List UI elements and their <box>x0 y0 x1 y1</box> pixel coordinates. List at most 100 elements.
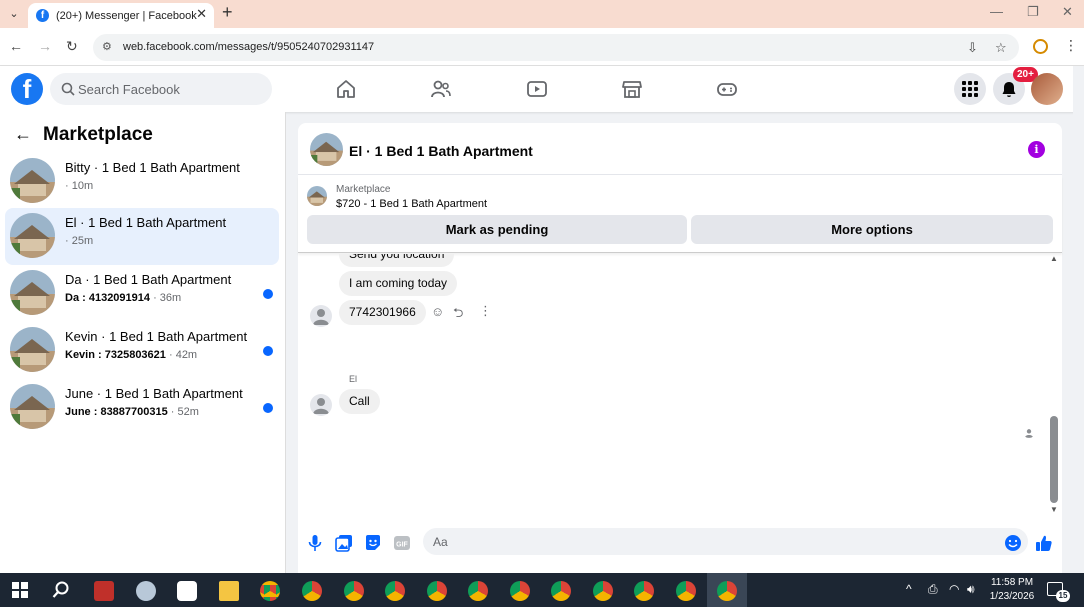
address-bar[interactable]: ⚙ web.facebook.com/messages/t/9505240702… <box>93 34 1019 61</box>
volume-icon[interactable]: 🔊︎ <box>967 582 975 597</box>
message-bubble[interactable]: I am coming today <box>339 271 458 296</box>
message-input[interactable] <box>423 528 1028 555</box>
unread-dot <box>263 346 273 356</box>
home-icon[interactable] <box>335 78 357 100</box>
chrome-icon[interactable] <box>344 581 364 601</box>
message-bubble[interactable]: Send you location <box>339 254 455 267</box>
chat-listing-thumbnail[interactable] <box>310 133 343 166</box>
friends-icon[interactable] <box>430 78 452 100</box>
scroll-up-icon[interactable]: ▲ <box>1050 254 1058 263</box>
listing-price-title[interactable]: $720 - 1 Bed 1 Bath Apartment <box>336 198 487 210</box>
device-icon[interactable]: ⎙ <box>928 582 938 597</box>
gaming-icon[interactable] <box>716 78 738 100</box>
tab-search-icon[interactable]: ⌄ <box>5 4 23 22</box>
sender-avatar[interactable] <box>310 305 332 327</box>
emoji-icon[interactable] <box>1004 534 1022 552</box>
listing-banner-thumbnail <box>307 186 327 206</box>
menu-grid-icon[interactable] <box>954 73 986 105</box>
conversation-item[interactable]: Bitty · 1 Bed 1 Bath Apartment · 10m <box>5 153 279 210</box>
chrome-icon[interactable] <box>510 581 530 601</box>
app-icon[interactable] <box>136 581 156 601</box>
message-bubble[interactable]: 7742301966 <box>339 300 426 325</box>
chrome-icon-active[interactable] <box>717 581 737 601</box>
minimize-icon[interactable]: — <box>990 4 1003 19</box>
conversation-time: · 36m <box>150 292 182 304</box>
conversation-item[interactable]: Da · 1 Bed 1 Bath Apartment Da : 4132091… <box>5 265 279 322</box>
marketplace-sidebar: ← Marketplace Bitty · 1 Bed 1 Bath Apart… <box>0 112 286 573</box>
sender-avatar[interactable] <box>310 394 332 416</box>
scroll-down-icon[interactable]: ▼ <box>1050 505 1058 514</box>
chrome-icon[interactable] <box>427 581 447 601</box>
wifi-icon[interactable]: ◠ <box>949 582 959 596</box>
chat-scrollbar[interactable] <box>1050 416 1058 503</box>
more-actions-icon[interactable]: ⋮ <box>479 303 492 319</box>
conversation-preview-line: June : 83887700315 · 52m <box>65 406 199 418</box>
facebook-logo-icon[interactable]: f <box>11 73 43 105</box>
restore-icon[interactable]: ❐ <box>1027 4 1039 20</box>
browser-tab[interactable]: f (20+) Messenger | Facebook ✕ <box>28 3 214 28</box>
chrome-icon[interactable] <box>468 581 488 601</box>
gif-icon[interactable]: GIF <box>393 534 411 552</box>
show-hidden-icons-icon[interactable]: ^ <box>906 582 912 596</box>
chrome-icon[interactable] <box>302 581 322 601</box>
taskbar-search-icon[interactable] <box>52 581 70 599</box>
app-icon[interactable] <box>94 581 114 601</box>
conversation-preview-line: Da : 4132091914 · 36m <box>65 292 181 304</box>
voice-clip-icon[interactable] <box>306 534 324 552</box>
conversation-time: · 42m <box>165 349 198 361</box>
site-info-icon[interactable]: ⚙ <box>102 40 112 53</box>
file-explorer-icon[interactable] <box>219 581 239 601</box>
more-options-button[interactable]: More options <box>691 215 1053 244</box>
browser-profile-icon[interactable] <box>1033 39 1048 54</box>
video-icon[interactable] <box>526 78 548 100</box>
conversation-preview: Da : 4132091914 <box>65 292 151 304</box>
chat-title[interactable]: El · 1 Bed 1 Bath Apartment <box>349 143 533 159</box>
mark-as-pending-button[interactable]: Mark as pending <box>307 215 687 244</box>
message-bubble[interactable]: Call <box>339 389 380 414</box>
clock-time: 11:58 PM <box>990 577 1034 588</box>
browser-menu-icon[interactable]: ⋮ <box>1064 37 1078 54</box>
message-sender-name: El <box>349 374 358 384</box>
back-icon[interactable]: ← <box>9 38 23 54</box>
seen-receipt-avatar <box>1023 426 1035 438</box>
conversation-item[interactable]: Kevin · 1 Bed 1 Bath Apartment Kevin : 7… <box>5 322 279 379</box>
windows-start-icon[interactable] <box>12 582 28 598</box>
window-close-icon[interactable]: ✕ <box>1062 4 1073 20</box>
install-app-icon[interactable]: ⇩ <box>967 40 978 56</box>
conversation-item[interactable]: El · 1 Bed 1 Bath Apartment · 25m <box>5 208 279 265</box>
thumbs-up-icon[interactable] <box>1035 534 1053 552</box>
chrome-icon[interactable] <box>260 581 280 601</box>
listing-thumbnail <box>10 327 55 372</box>
app-icon[interactable] <box>177 581 197 601</box>
chrome-icon[interactable] <box>551 581 571 601</box>
profile-avatar[interactable] <box>1031 73 1063 105</box>
taskbar-clock[interactable]: 11:58 PM 1/23/2026 <box>986 576 1038 604</box>
chrome-icon[interactable] <box>593 581 613 601</box>
conversation-time: · 52m <box>167 406 199 418</box>
marketplace-icon[interactable] <box>621 78 643 100</box>
search-input[interactable] <box>78 79 263 99</box>
search-box[interactable] <box>50 73 272 105</box>
conversation-item[interactable]: June · 1 Bed 1 Bath Apartment June : 838… <box>5 379 279 436</box>
back-arrow-icon[interactable]: ← <box>14 124 32 145</box>
sticker-icon[interactable] <box>364 534 382 552</box>
url-text[interactable]: web.facebook.com/messages/t/950524070293… <box>123 41 374 53</box>
reload-icon[interactable]: ↻ <box>66 38 78 55</box>
listing-banner: Marketplace $720 - 1 Bed 1 Bath Apartmen… <box>298 176 1062 253</box>
reply-icon[interactable]: ⮌ <box>453 304 463 326</box>
windows-taskbar: ^ ⎙ ◠ 🔊︎ 11:58 PM 1/23/2026 15 <box>0 573 1084 607</box>
react-emoji-icon[interactable]: ☺ <box>431 304 444 319</box>
chrome-icon[interactable] <box>385 581 405 601</box>
listing-thumbnail <box>10 384 55 429</box>
close-tab-icon[interactable]: ✕ <box>196 6 207 22</box>
info-icon[interactable]: i <box>1028 141 1045 158</box>
chrome-icon[interactable] <box>676 581 696 601</box>
forward-icon[interactable]: → <box>38 38 52 54</box>
bookmark-star-icon[interactable]: ☆ <box>995 40 1007 56</box>
page-scrollbar[interactable] <box>1073 66 1084 573</box>
chrome-icon[interactable] <box>634 581 654 601</box>
attach-photo-icon[interactable] <box>335 534 353 552</box>
new-tab-icon[interactable]: + <box>222 2 233 23</box>
conversation-name: El · 1 Bed 1 Bath Apartment <box>65 215 227 230</box>
conversation-preview: June : 83887700315 <box>65 406 168 418</box>
